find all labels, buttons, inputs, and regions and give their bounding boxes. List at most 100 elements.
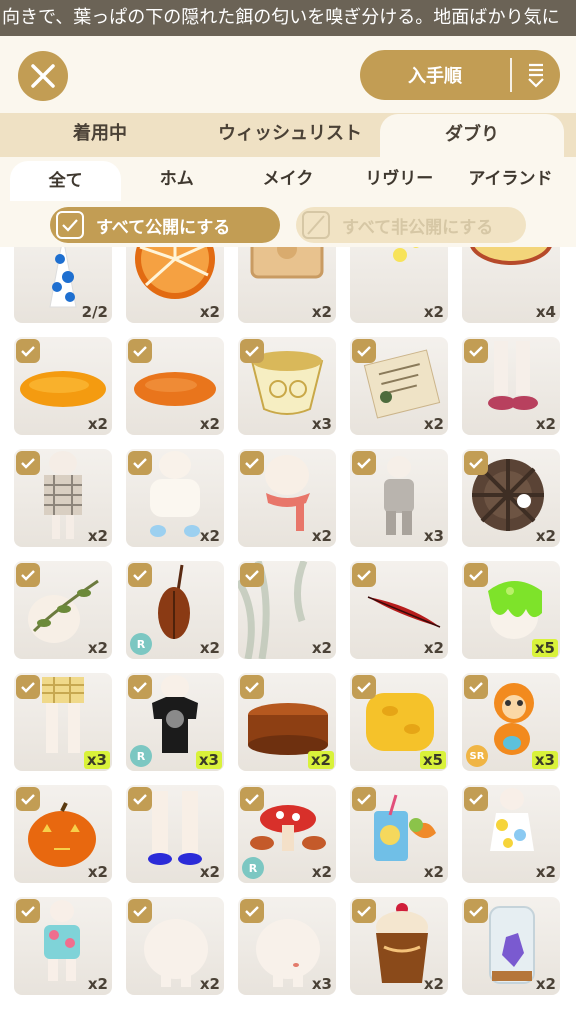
checkmark-icon[interactable] — [16, 787, 40, 811]
checkmark-icon[interactable] — [352, 899, 376, 923]
item-count: x3 — [311, 975, 332, 993]
checkmark-icon[interactable] — [464, 787, 488, 811]
item-count: x2 — [311, 639, 332, 657]
item-card[interactable]: x2 — [462, 337, 560, 435]
tab-duplicates[interactable]: ダブり — [380, 114, 564, 158]
sort-label: 入手順 — [408, 66, 462, 87]
checkmark-icon[interactable] — [240, 899, 264, 923]
item-card[interactable]: x3 — [238, 897, 336, 995]
item-count: x2 — [535, 415, 556, 433]
close-icon — [31, 64, 55, 88]
item-grid-area[interactable]: 2/2 x2 x2 x2 x4 x2 x2 x3 x2 x2 x2 x2 x2 x3 x2 x2 Rx2 x2 x2… — [0, 247, 576, 1024]
item-card[interactable]: x2 — [238, 449, 336, 547]
checkmark-icon[interactable] — [352, 563, 376, 587]
checkmark-icon[interactable] — [16, 899, 40, 923]
item-card[interactable]: x2 — [350, 897, 448, 995]
item-count: x2 — [87, 639, 108, 657]
item-count: x2 — [311, 527, 332, 545]
make-all-private-button[interactable]: すべて非公開にする — [296, 207, 526, 243]
checkmark-icon[interactable] — [240, 563, 264, 587]
item-card[interactable]: x2 — [14, 897, 112, 995]
item-card[interactable]: Rx2 — [126, 561, 224, 659]
item-card[interactable]: x2 — [350, 247, 448, 323]
item-count: x2 — [87, 527, 108, 545]
item-card[interactable]: Rx2 — [238, 785, 336, 883]
checkmark-icon[interactable] — [352, 451, 376, 475]
item-card[interactable]: x2 — [14, 449, 112, 547]
checkmark-icon[interactable] — [128, 563, 152, 587]
item-card[interactable]: x2 — [14, 337, 112, 435]
checkmark-icon[interactable] — [128, 787, 152, 811]
checkmark-icon[interactable] — [240, 787, 264, 811]
checkmark-icon[interactable] — [240, 339, 264, 363]
header: 入手順 — [0, 36, 576, 114]
item-count: x2 — [423, 303, 444, 321]
item-card[interactable]: x2 — [238, 673, 336, 771]
checkmark-icon[interactable] — [128, 899, 152, 923]
sort-button[interactable]: 入手順 — [360, 50, 560, 100]
item-card[interactable]: x2 — [238, 247, 336, 323]
item-card[interactable]: x2 — [350, 785, 448, 883]
item-count: x4 — [535, 303, 556, 321]
tab-livly[interactable]: リヴリー — [344, 157, 455, 201]
checkmark-icon[interactable] — [240, 451, 264, 475]
item-card[interactable]: x2 — [462, 785, 560, 883]
item-count: x3 — [423, 527, 444, 545]
rarity-badge: R — [242, 857, 264, 879]
item-card[interactable]: x2 — [126, 785, 224, 883]
item-card[interactable]: x2 — [126, 247, 224, 323]
checkmark-icon[interactable] — [240, 675, 264, 699]
sort-divider — [510, 58, 512, 92]
item-card[interactable]: SR x3 — [462, 673, 560, 771]
tab-makeup[interactable]: メイク — [232, 157, 343, 201]
item-card[interactable]: x4 — [462, 247, 560, 323]
tab-wishlist[interactable]: ウィッシュリスト — [200, 113, 380, 157]
checkmark-icon[interactable] — [464, 563, 488, 587]
checkmark-icon[interactable] — [464, 899, 488, 923]
close-button[interactable] — [18, 51, 68, 101]
item-card[interactable]: x2 — [462, 449, 560, 547]
item-card[interactable]: x5 — [462, 561, 560, 659]
item-card[interactable]: x3 — [350, 449, 448, 547]
item-card[interactable]: x2 — [14, 561, 112, 659]
item-card[interactable]: x2 — [462, 897, 560, 995]
item-card[interactable]: x2 — [14, 785, 112, 883]
primary-tabs: 着用中 ウィッシュリスト ダブり — [0, 113, 576, 158]
tab-all[interactable]: 全て — [10, 161, 122, 205]
item-card[interactable]: x2 — [126, 337, 224, 435]
checkmark-icon[interactable] — [128, 451, 152, 475]
item-card[interactable]: 2/2 — [14, 247, 112, 323]
item-card[interactable]: x2 — [350, 337, 448, 435]
checkmark-icon[interactable] — [16, 563, 40, 587]
item-card[interactable]: x2 — [238, 561, 336, 659]
item-card[interactable]: Rx3 — [126, 673, 224, 771]
item-card[interactable]: x2 — [126, 449, 224, 547]
tab-wearing[interactable]: 着用中 — [0, 113, 200, 157]
item-count: x3 — [195, 751, 222, 769]
make-all-public-button[interactable]: すべて公開にする — [50, 207, 280, 243]
checkmark-icon[interactable] — [128, 339, 152, 363]
item-card[interactable]: x5 — [350, 673, 448, 771]
item-card[interactable]: x2 — [126, 897, 224, 995]
tab-home[interactable]: ホム — [121, 157, 232, 201]
checkmark-icon[interactable] — [464, 339, 488, 363]
rarity-badge: R — [130, 745, 152, 767]
tab-island[interactable]: アイランド — [455, 157, 566, 201]
checkmark-icon[interactable] — [16, 339, 40, 363]
checkmark-icon[interactable] — [16, 675, 40, 699]
item-card[interactable]: x3 — [238, 337, 336, 435]
item-card[interactable]: x2 — [350, 561, 448, 659]
checkmark-icon[interactable] — [128, 675, 152, 699]
checkmark-icon[interactable] — [352, 675, 376, 699]
checkmark-icon[interactable] — [352, 339, 376, 363]
item-count: x2 — [311, 303, 332, 321]
checkmark-icon[interactable] — [352, 787, 376, 811]
checkmark-icon[interactable] — [16, 451, 40, 475]
checkmark-icon[interactable] — [464, 451, 488, 475]
make-all-public-label: すべて公開にする — [96, 217, 231, 238]
item-count: 2/2 — [81, 303, 108, 321]
disabled-checkbox-icon — [302, 211, 330, 239]
item-count: x2 — [199, 415, 220, 433]
checkmark-icon[interactable] — [464, 675, 488, 699]
item-card[interactable]: x3 — [14, 673, 112, 771]
